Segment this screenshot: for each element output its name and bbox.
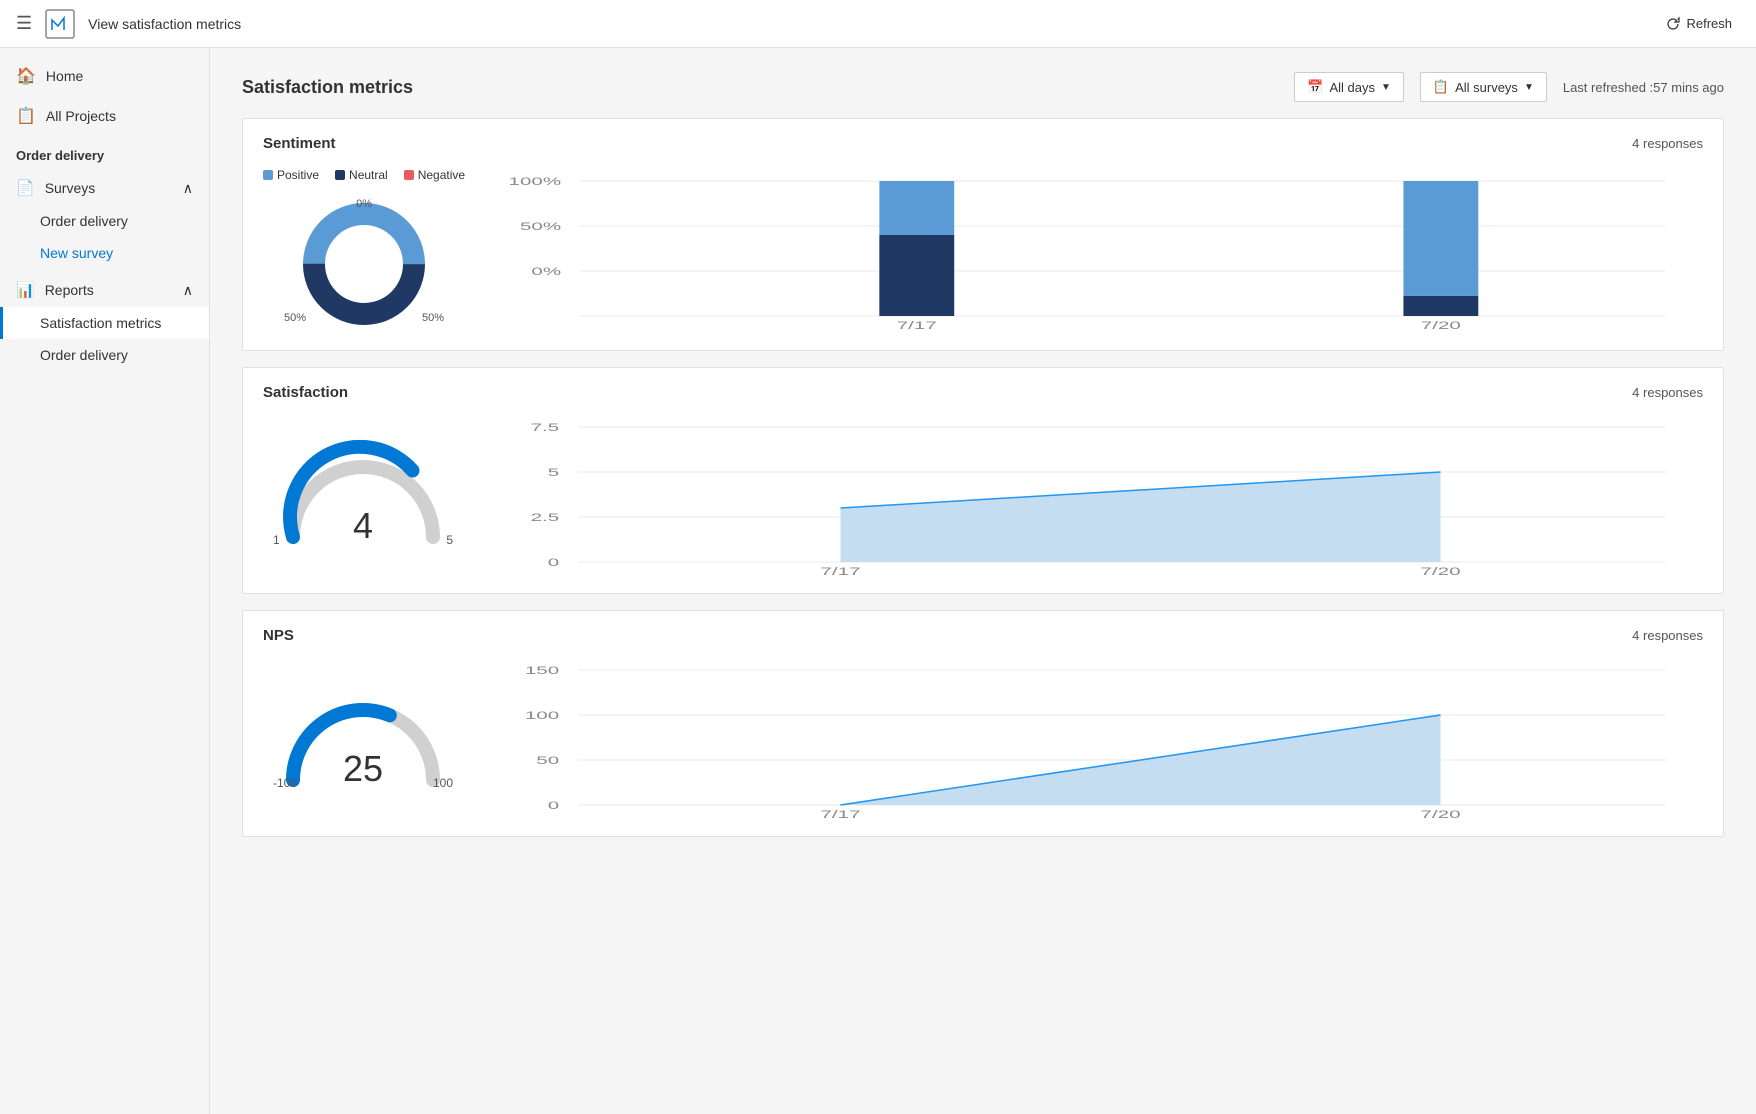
sidebar-group-surveys: 📄 Surveys ∧ Order delivery New survey: [0, 171, 209, 269]
svg-text:50: 50: [536, 754, 559, 767]
app-logo: [44, 8, 76, 40]
all-days-button[interactable]: 📅 All days ▼: [1294, 72, 1404, 102]
svg-text:7/20: 7/20: [1420, 808, 1460, 821]
sentiment-title: Sentiment: [263, 135, 336, 152]
sidebar-item-satisfaction-metrics[interactable]: Satisfaction metrics: [0, 307, 209, 339]
top-bar-title: View satisfaction metrics: [88, 16, 241, 32]
negative-dot: [404, 170, 414, 180]
sidebar-group-reports-header[interactable]: 📊 Reports ∧: [0, 273, 209, 307]
sidebar-item-order-delivery-report[interactable]: Order delivery: [0, 339, 209, 371]
nps-title: NPS: [263, 627, 294, 644]
sentiment-legend: Positive Neutral Negative: [263, 168, 465, 182]
sidebar-item-order-delivery-survey[interactable]: Order delivery: [0, 205, 209, 237]
satisfaction-card-header: Satisfaction 4 responses: [263, 384, 1703, 401]
satisfaction-gauge: 4 1 5: [263, 447, 463, 547]
chevron-down-icon-days: ▼: [1381, 82, 1391, 93]
satisfaction-card-body: 4 1 5 7.5 5: [263, 417, 1703, 577]
svg-text:0%: 0%: [531, 266, 561, 278]
svg-text:7.5: 7.5: [531, 421, 560, 434]
svg-text:7/17: 7/17: [897, 320, 937, 332]
sidebar-group-reports: 📊 Reports ∧ Satisfaction metrics Order d…: [0, 273, 209, 371]
svg-text:0: 0: [548, 799, 559, 812]
nps-card: NPS 4 responses: [242, 610, 1724, 837]
chevron-up-icon: ∧: [183, 180, 193, 197]
satisfaction-gauge-max: 5: [446, 533, 453, 547]
sentiment-bar-chart: 100% 50% 0% 7/17 7/20: [505, 171, 1703, 331]
neutral-dot: [335, 170, 345, 180]
satisfaction-gauge-min: 1: [273, 533, 280, 547]
sentiment-card-body: Positive Neutral Negative: [263, 168, 1703, 334]
nps-area-chart: 150 100 50 0 7/17 7/20: [503, 660, 1703, 820]
svg-text:50%: 50%: [520, 221, 562, 233]
refresh-button[interactable]: Refresh: [1658, 12, 1740, 35]
svg-text:100: 100: [525, 709, 559, 722]
negative-label: Negative: [418, 168, 465, 182]
positive-dot: [263, 170, 273, 180]
svg-text:150: 150: [525, 664, 559, 677]
sentiment-donut-section: Positive Neutral Negative: [263, 168, 465, 334]
donut-right-label: 50%: [422, 312, 444, 324]
satisfaction-area-chart: 7.5 5 2.5 0 7/17 7/20: [503, 417, 1703, 577]
sidebar-group-surveys-header[interactable]: 📄 Surveys ∧: [0, 171, 209, 205]
all-surveys-button[interactable]: 📋 All surveys ▼: [1420, 72, 1547, 102]
menu-icon[interactable]: ☰: [16, 13, 32, 34]
satisfaction-responses: 4 responses: [1632, 385, 1703, 400]
legend-neutral: Neutral: [335, 168, 388, 182]
satisfaction-title: Satisfaction: [263, 384, 348, 401]
page-title: Satisfaction metrics: [242, 77, 1294, 98]
chevron-up-icon-reports: ∧: [183, 282, 193, 299]
nps-responses: 4 responses: [1632, 628, 1703, 643]
chevron-down-icon-surveys: ▼: [1524, 82, 1534, 93]
calendar-icon: 📅: [1307, 79, 1323, 95]
survey-list-icon: 📋: [1433, 79, 1449, 95]
nps-gauge-max: 100: [433, 776, 453, 790]
svg-text:2.5: 2.5: [531, 511, 560, 524]
sentiment-responses: 4 responses: [1632, 136, 1703, 151]
svg-text:7/20: 7/20: [1420, 565, 1460, 578]
svg-text:7/17: 7/17: [820, 565, 860, 578]
nps-gauge: 25 -100 100: [263, 690, 463, 790]
last-refreshed-label: Last refreshed :57 mins ago: [1563, 80, 1724, 95]
sidebar-item-home[interactable]: 🏠 Home: [0, 56, 209, 96]
top-bar: ☰ View satisfaction metrics Refresh: [0, 0, 1756, 48]
svg-text:5: 5: [548, 466, 559, 479]
main-content: Satisfaction metrics 📅 All days ▼ 📋 All …: [210, 48, 1756, 1114]
donut-left-label: 50%: [284, 312, 306, 324]
projects-icon: 📋: [16, 106, 36, 126]
legend-positive: Positive: [263, 168, 319, 182]
nps-gauge-value: 25: [343, 748, 383, 790]
reports-icon: 📊: [16, 281, 35, 299]
gauge-wrapper-satisfaction: 4 1 5: [273, 447, 453, 547]
app-body: 🏠 Home 📋 All Projects Order delivery 📄 S…: [0, 48, 1756, 1114]
sidebar-item-all-projects[interactable]: 📋 All Projects: [0, 96, 209, 136]
main-header: Satisfaction metrics 📅 All days ▼ 📋 All …: [242, 72, 1724, 102]
nps-gauge-min: -100: [273, 776, 297, 790]
sidebar-section-order-delivery: Order delivery: [0, 136, 209, 167]
svg-text:0: 0: [548, 556, 559, 569]
sentiment-card: Sentiment 4 responses Positive Neutral: [242, 118, 1724, 351]
home-icon: 🏠: [16, 66, 36, 86]
gauge-wrapper-nps: 25 -100 100: [273, 690, 453, 790]
sentiment-card-header: Sentiment 4 responses: [263, 135, 1703, 152]
svg-text:7/20: 7/20: [1421, 320, 1461, 332]
positive-label: Positive: [277, 168, 319, 182]
donut-chart: 0% 50% 50%: [294, 194, 434, 334]
header-controls: 📅 All days ▼ 📋 All surveys ▼ Last refres…: [1294, 72, 1724, 102]
donut-top-label: 0%: [356, 198, 372, 210]
svg-text:100%: 100%: [509, 176, 562, 188]
refresh-icon: [1666, 17, 1680, 31]
sidebar: 🏠 Home 📋 All Projects Order delivery 📄 S…: [0, 48, 210, 1114]
legend-negative: Negative: [404, 168, 465, 182]
satisfaction-card: Satisfaction 4 responses: [242, 367, 1724, 594]
neutral-label: Neutral: [349, 168, 388, 182]
nps-card-body: 25 -100 100 150 100: [263, 660, 1703, 820]
nps-card-header: NPS 4 responses: [263, 627, 1703, 644]
satisfaction-gauge-value: 4: [353, 505, 373, 547]
sidebar-item-new-survey[interactable]: New survey: [0, 237, 209, 269]
svg-text:7/17: 7/17: [820, 808, 860, 821]
survey-icon: 📄: [16, 179, 35, 197]
